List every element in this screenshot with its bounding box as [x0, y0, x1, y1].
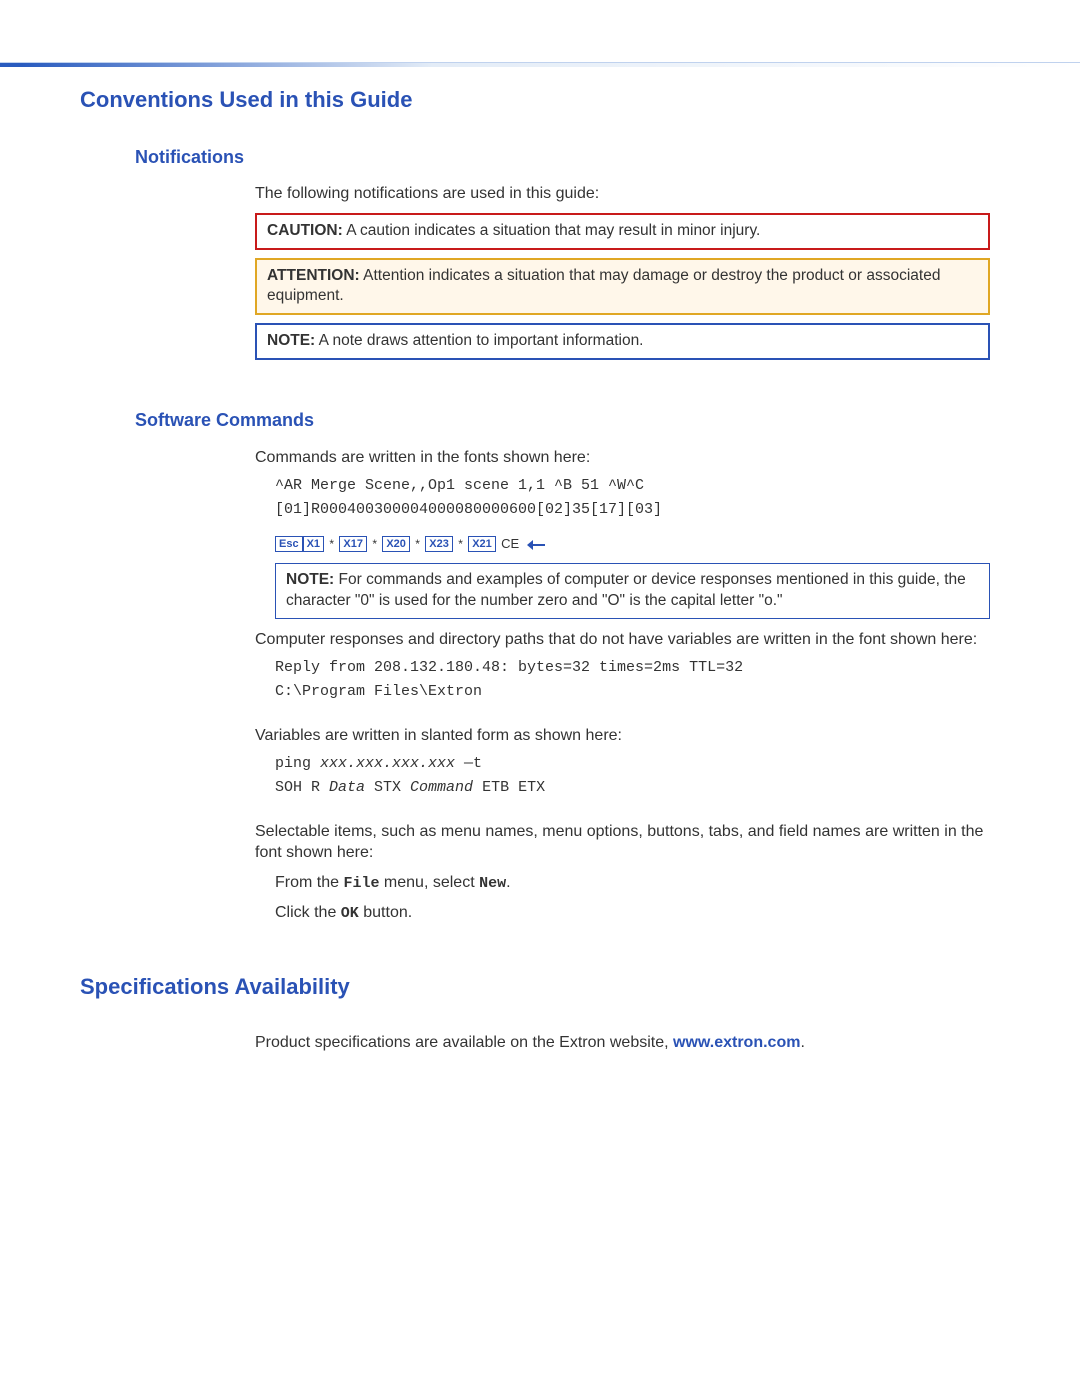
var-soh-c: STX — [365, 779, 410, 796]
var-soh-b: Data — [329, 779, 365, 796]
heading-conventions: Conventions Used in this Guide — [80, 85, 1000, 115]
page: Conventions Used in this Guide Notificat… — [0, 0, 1080, 1397]
var-line-soh: SOH R Data STX Command ETB ETX — [275, 778, 990, 798]
token-x17: X17 — [339, 536, 367, 552]
attention-box: ATTENTION: Attention indicates a situati… — [255, 258, 990, 316]
responses-intro: Computer responses and directory paths t… — [255, 629, 990, 651]
var-soh-e: ETB ETX — [473, 779, 545, 796]
note-label: NOTE: — [267, 332, 315, 349]
var-soh-d: Command — [410, 779, 473, 796]
sel1-d: New — [479, 875, 506, 892]
content: Conventions Used in this Guide Notificat… — [80, 0, 1000, 1054]
vars-intro: Variables are written in slanted form as… — [255, 725, 990, 747]
cmd-line-1: ^AR Merge Scene,,Op1 scene 1,1 ^B 51 ^W^… — [275, 476, 990, 496]
selectable-line-1: From the File menu, select New. — [255, 872, 990, 894]
sel2-c: button. — [359, 904, 412, 921]
token-x21: X21 — [468, 536, 496, 552]
heading-specs: Specifications Availability — [80, 972, 1000, 1002]
specs-text-a: Product specifications are available on … — [255, 1034, 673, 1051]
caution-box: CAUTION: A caution indicates a situation… — [255, 213, 990, 250]
token-sep-3: * — [413, 537, 422, 551]
token-row: EscX1 * X17 * X20 * X23 * X21 CE — [275, 535, 990, 553]
attention-label: ATTENTION: — [267, 267, 360, 284]
token-x23: X23 — [425, 536, 453, 552]
selectable-line-2: Click the OK button. — [255, 902, 990, 924]
caution-text: A caution indicates a situation that may… — [346, 222, 760, 239]
sel2-b: OK — [341, 905, 359, 922]
spacer — [255, 707, 990, 725]
heading-software: Software Commands — [80, 408, 1000, 432]
token-sep-2: * — [370, 537, 379, 551]
selectable-intro: Selectable items, such as menu names, me… — [255, 821, 990, 864]
specs-text-b: . — [800, 1034, 804, 1051]
sel1-b: File — [343, 875, 379, 892]
sel1-e: . — [506, 874, 510, 891]
caution-label: CAUTION: — [267, 222, 343, 239]
spacer — [80, 932, 1000, 972]
response-line-1: Reply from 208.132.180.48: bytes=32 time… — [275, 658, 990, 678]
software-body: Commands are written in the fonts shown … — [255, 447, 990, 925]
note2-text: For commands and examples of computer or… — [286, 571, 966, 609]
note-inset: NOTE: For commands and examples of compu… — [275, 563, 990, 619]
response-line-2: C:\Program Files\Extron — [275, 682, 990, 702]
spacer — [80, 368, 1000, 408]
notifications-body: The following notifications are used in … — [255, 183, 990, 360]
var-line-ping: ping xxx.xxx.xxx.xxx —t — [275, 754, 990, 774]
attention-text: Attention indicates a situation that may… — [267, 267, 940, 305]
var-soh-a: SOH R — [275, 779, 329, 796]
spacer — [255, 803, 990, 821]
heading-notifications: Notifications — [80, 145, 1000, 169]
extron-link[interactable]: www.extron.com — [673, 1034, 800, 1051]
cmd-line-2: [01]R000400300004000080000600[02]35[17][… — [275, 500, 990, 520]
note-box: NOTE: A note draws attention to importan… — [255, 323, 990, 360]
sel1-c: menu, select — [379, 874, 479, 891]
note2-label: NOTE: — [286, 571, 334, 588]
software-intro: Commands are written in the fonts shown … — [255, 447, 990, 469]
specs-body: Product specifications are available on … — [255, 1032, 990, 1054]
token-sep-4: * — [456, 537, 465, 551]
return-arrow-icon — [527, 535, 545, 553]
token-ce: CE — [499, 536, 519, 551]
specs-text: Product specifications are available on … — [255, 1032, 990, 1054]
token-x1: X1 — [303, 536, 324, 552]
sel2-a: Click the — [275, 904, 341, 921]
sel1-a: From the — [275, 874, 343, 891]
var-ping-a: ping — [275, 755, 320, 772]
var-ping-b: xxx.xxx.xxx.xxx — [320, 755, 455, 772]
note-text: A note draws attention to important info… — [319, 332, 644, 349]
token-sep-1: * — [327, 537, 336, 551]
token-esc: Esc — [275, 536, 303, 552]
token-x20: X20 — [382, 536, 410, 552]
top-rule — [0, 62, 1080, 67]
var-ping-c: —t — [455, 755, 482, 772]
notifications-intro: The following notifications are used in … — [255, 183, 990, 205]
